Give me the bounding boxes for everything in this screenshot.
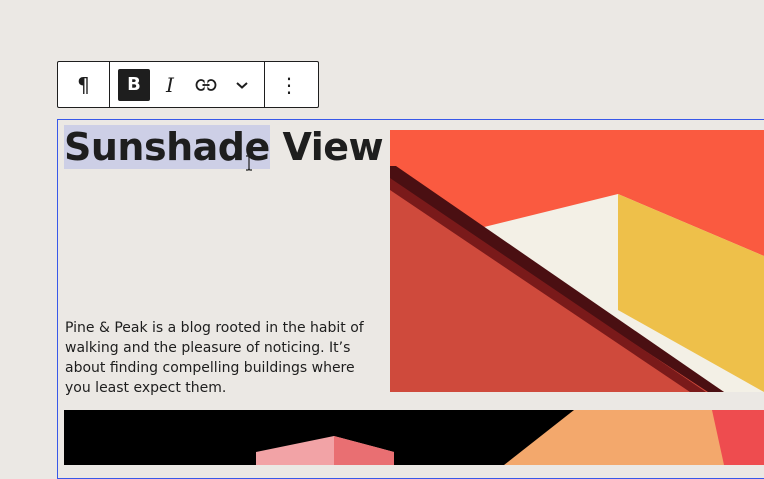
page-title[interactable]: Sunshade View [64,124,384,170]
format-group: B I [110,62,260,107]
options-group: ⋮ [265,62,313,107]
italic-icon: I [166,72,174,97]
link-button[interactable] [188,62,224,107]
chevron-down-icon [236,81,248,89]
selected-text[interactable]: Sunshade [64,125,270,169]
heading-rest[interactable]: View [270,125,383,169]
paragraph-button[interactable]: ¶ [58,62,109,107]
architecture-image-graphic [390,130,764,392]
text-cursor-icon [246,155,252,171]
link-icon [195,78,217,91]
intro-paragraph[interactable]: Pine & Peak is a blog rooted in the habi… [65,318,365,398]
architecture-image[interactable] [64,410,764,465]
more-formats-button[interactable] [224,62,260,107]
bold-button[interactable]: B [116,62,152,107]
block-options-button[interactable]: ⋮ [265,62,313,107]
more-options-icon: ⋮ [279,72,299,97]
architecture-image[interactable] [390,130,764,392]
architecture-image-graphic [64,410,764,465]
bold-icon: B [118,68,150,101]
block-type-group: ¶ [58,62,109,107]
paragraph-icon: ¶ [77,72,90,97]
block-toolbar: ¶ B I ⋮ [57,61,319,108]
italic-button[interactable]: I [152,62,188,107]
